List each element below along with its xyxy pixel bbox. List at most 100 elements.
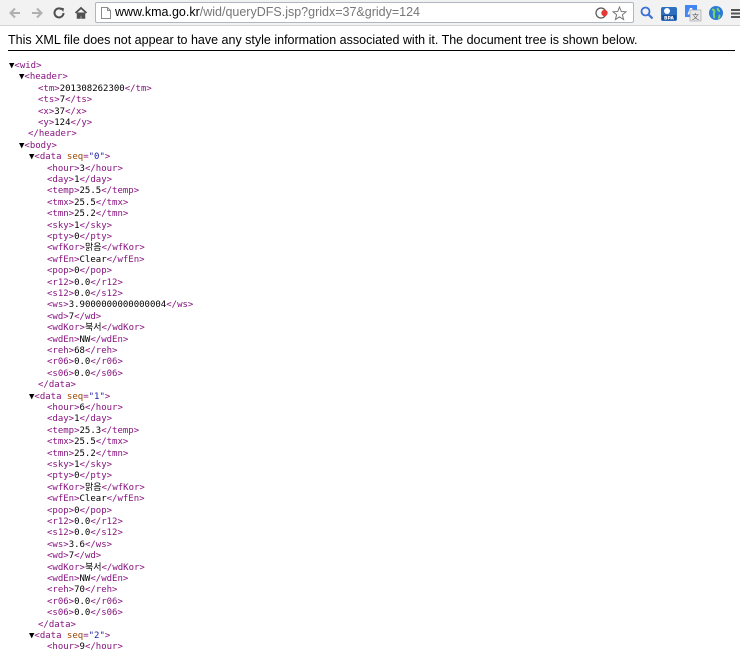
- xml-close-tag: </wdKor>: [101, 562, 145, 573]
- search-icon[interactable]: [637, 3, 657, 23]
- xml-attribute-name: seq: [61, 391, 84, 402]
- xml-close-tag: </tmx>: [95, 437, 129, 448]
- xml-element-r06: <r06>0.0</r06>: [47, 357, 123, 368]
- xml-text-value: 201308262300: [59, 83, 125, 94]
- xml-node-data[interactable]: ▼<data seq="1">: [29, 392, 110, 403]
- xml-element-ts: <ts>7</ts>: [38, 95, 92, 106]
- xml-text-value: 25.5: [74, 437, 96, 448]
- xml-text-value: Clear: [79, 254, 107, 265]
- svg-text:BPA: BPA: [664, 15, 674, 21]
- xml-text-value: 25.2: [74, 209, 96, 220]
- bpa-extension-icon[interactable]: BPA: [659, 3, 679, 23]
- xml-text-value: 북서: [84, 562, 102, 573]
- xml-open-tag: <r06>: [47, 357, 75, 368]
- xml-text-value: 0.0: [74, 289, 91, 299]
- bookmark-star-icon[interactable]: [612, 5, 627, 21]
- xml-close-header: </header>: [28, 129, 77, 140]
- xml-text-value: 25.2: [74, 448, 96, 459]
- xml-close-data: </data>: [38, 620, 76, 631]
- xml-open-tag: <tmx>: [47, 437, 75, 448]
- translate-page-icon[interactable]: [594, 5, 610, 21]
- xml-element-r06: <r06>0.0</r06>: [47, 597, 123, 608]
- xml-close-tag: </hour>: [84, 403, 123, 413]
- xml-node-body[interactable]: ▼<body>: [19, 141, 57, 152]
- xml-text-value: 3.6: [68, 539, 85, 550]
- xml-open-tag: <data: [34, 152, 62, 163]
- xml-open-tag: <wd>: [47, 551, 69, 562]
- url-path: /wid/queryDFS.jsp?gridx=37&gridy=124: [199, 5, 421, 19]
- xml-open-tag: <wfKor>: [47, 243, 85, 254]
- home-button[interactable]: [70, 2, 92, 24]
- xml-node-data[interactable]: ▼<data seq="0">: [29, 152, 110, 163]
- reload-icon: [53, 7, 65, 19]
- xml-text-value: NW: [79, 334, 91, 345]
- xml-close-tag: </temp>: [101, 186, 140, 197]
- xml-close-tag: </ts>: [65, 95, 93, 106]
- chrome-menu-icon[interactable]: [726, 3, 740, 23]
- xml-node-data[interactable]: ▼<data seq="2">: [29, 631, 110, 642]
- xml-open-tag: <day>: [47, 414, 75, 425]
- xml-open-tag: <tmx>: [47, 197, 75, 208]
- xml-open-tag: <ts>: [38, 95, 60, 106]
- xml-element-pop: <pop>0</pop>: [47, 266, 112, 277]
- xml-element-wd: <wd>7</wd>: [47, 551, 101, 562]
- xml-node-wid[interactable]: ▼<wid>: [9, 61, 42, 72]
- address-bar[interactable]: www.kma.go.kr/wid/queryDFS.jsp?gridx=37&…: [95, 2, 634, 23]
- xml-element-temp: <temp>25.3</temp>: [47, 426, 139, 437]
- xml-element-day: <day>1</day>: [47, 175, 112, 186]
- xml-text-value: 0.0: [74, 517, 91, 527]
- xml-close-tag: </wd>: [74, 311, 102, 322]
- xml-close-tag: </y>: [70, 118, 93, 128]
- xml-close-tag: </temp>: [101, 425, 140, 436]
- xml-element-wfKor: <wfKor>맑음</wfKor>: [47, 243, 145, 254]
- back-button[interactable]: [4, 2, 26, 24]
- xml-element-ws: <ws>3.6</ws>: [47, 540, 112, 551]
- xml-open-tag: <tmn>: [47, 448, 75, 459]
- xml-open-tag: <wfEn>: [47, 254, 80, 265]
- xml-close-tag: </tmn>: [95, 448, 129, 459]
- xml-close-tag: </day>: [79, 414, 113, 425]
- xml-open-tag: <pop>: [47, 505, 75, 516]
- xml-element-tmx: <tmx>25.5</tmx>: [47, 198, 128, 209]
- xml-attribute-value: "0": [88, 152, 105, 163]
- xml-info-message: This XML file does not appear to have an…: [8, 33, 638, 47]
- xml-element-wd: <wd>7</wd>: [47, 312, 101, 323]
- xml-open-tag: <y>: [38, 118, 55, 128]
- xml-close-tag: </wdKor>: [101, 323, 145, 334]
- xml-attribute-value: "2": [88, 631, 105, 641]
- xml-close-tag: </wfKor>: [101, 482, 145, 493]
- xml-close-tag: </r12>: [90, 517, 123, 527]
- xml-open-tag: <tm>: [38, 83, 60, 94]
- xml-open-tag: <r12>: [47, 517, 75, 527]
- xml-text-value: 북서: [84, 323, 102, 334]
- xml-element-tm: <tm>201308262300</tm>: [38, 84, 152, 95]
- xml-element-tmx: <tmx>25.5</tmx>: [47, 437, 128, 448]
- xml-close-tag: </r06>: [90, 596, 123, 607]
- globe-icon[interactable]: [706, 3, 726, 23]
- xml-open-tag: <reh>: [47, 346, 75, 356]
- xml-close-tag: </r06>: [90, 357, 123, 368]
- svg-text:文: 文: [692, 12, 699, 21]
- reload-button[interactable]: [48, 2, 70, 24]
- xml-close-tag: </r12>: [90, 277, 123, 288]
- xml-open-tag-end: >: [104, 631, 111, 641]
- xml-element-sky: <sky>1</sky>: [47, 221, 112, 232]
- forward-arrow-icon: [32, 7, 43, 19]
- translate-extension-icon[interactable]: A 文: [683, 3, 703, 23]
- xml-attribute-name: seq: [61, 152, 84, 163]
- browser-toolbar: www.kma.go.kr/wid/queryDFS.jsp?gridx=37&…: [0, 0, 740, 26]
- xml-close-tag: </sky>: [79, 460, 113, 470]
- xml-close-tag: </wfEn>: [106, 254, 145, 265]
- xml-text-value: 0.0: [74, 528, 91, 539]
- xml-open-tag: <temp>: [47, 186, 80, 197]
- xml-close-tag: </ws>: [166, 300, 194, 311]
- xml-open-tag: <tmn>: [47, 209, 75, 220]
- forward-button[interactable]: [26, 2, 48, 24]
- xml-element-s06: <s06>0.0</s06>: [47, 608, 123, 619]
- xml-node-header[interactable]: ▼<header>: [19, 72, 68, 83]
- url-text: www.kma.go.kr/wid/queryDFS.jsp?gridx=37&…: [115, 5, 420, 19]
- xml-close-tag: </hour>: [84, 642, 123, 653]
- xml-open-tag: <data: [34, 631, 62, 641]
- xml-close-tag: </pop>: [79, 266, 113, 277]
- xml-open-tag: <pop>: [47, 266, 75, 277]
